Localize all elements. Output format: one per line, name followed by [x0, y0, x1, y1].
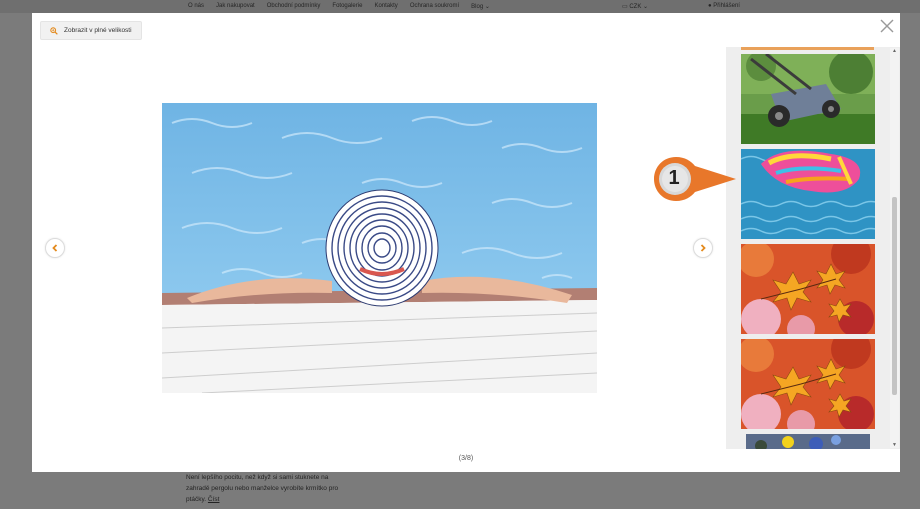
thumbnail-strip [726, 47, 900, 449]
zoom-icon [50, 26, 58, 35]
callout-number: 1 [668, 167, 680, 189]
chevron-right-icon [700, 244, 706, 252]
top-navigation: O nás Jak nakupovat Obchodní podmínky Fo… [188, 3, 490, 10]
next-image-button[interactable] [693, 238, 713, 258]
lightbox-modal: Zobrazit v plné velikosti (3/8) ▲ ▼ [32, 13, 900, 472]
maple-leaves-image [741, 339, 875, 429]
flowers-image [746, 434, 870, 449]
read-more-link[interactable]: Číst [208, 496, 220, 503]
pool-float-image [741, 149, 875, 239]
nav-item[interactable]: Fotogalerie [332, 3, 362, 10]
main-photo [162, 103, 597, 393]
login-label: Přihlášení [713, 3, 740, 9]
article-excerpt: Není lepšího pocitu, než když si sami st… [186, 472, 346, 505]
nav-item[interactable]: Jak nakupovat [216, 3, 255, 10]
thumbnail-flowers[interactable] [746, 434, 870, 449]
nav-item-label: Blog [471, 4, 484, 10]
thumbnail-lawnmower[interactable] [741, 54, 875, 144]
close-icon[interactable] [880, 19, 894, 33]
pool-photo [162, 103, 597, 393]
chevron-down-icon: ⌄ [484, 4, 490, 10]
chevron-left-icon [52, 244, 58, 252]
previous-image-button[interactable] [45, 238, 65, 258]
scroll-down-arrow-icon[interactable]: ▼ [891, 442, 898, 448]
login-link[interactable]: ● Přihlášení [708, 3, 740, 9]
thumbnail-scrollbar[interactable]: ▲ ▼ [890, 48, 899, 448]
image-counter: (3/8) [458, 455, 474, 462]
thumbnail-maple-leaves[interactable] [741, 244, 875, 334]
scrollbar-thumb[interactable] [892, 197, 897, 395]
lawnmower-image [741, 54, 875, 144]
currency-selector[interactable]: ▭ CZK ⌄ [622, 3, 648, 10]
zoom-full-size-button[interactable]: Zobrazit v plné velikosti [40, 21, 142, 40]
thumbnail-pool-float[interactable] [741, 149, 875, 239]
thumbnail-partial [741, 47, 874, 50]
flag-icon: ▭ [622, 4, 628, 10]
chevron-down-icon: ⌄ [643, 4, 649, 10]
thumbnail-maple-leaves[interactable] [741, 339, 875, 429]
nav-item-blog[interactable]: Blog ⌄ [471, 3, 490, 10]
nav-item[interactable]: Ochrana soukromí [410, 3, 459, 10]
currency-label: CZK [629, 4, 642, 10]
scroll-up-arrow-icon[interactable]: ▲ [891, 48, 898, 54]
nav-item[interactable]: Obchodní podmínky [267, 3, 321, 10]
user-icon: ● [708, 3, 712, 9]
maple-leaves-image [741, 244, 875, 334]
nav-item[interactable]: O nás [188, 3, 204, 10]
nav-item[interactable]: Kontakty [374, 3, 397, 10]
zoom-label: Zobrazit v plné velikosti [64, 27, 132, 34]
